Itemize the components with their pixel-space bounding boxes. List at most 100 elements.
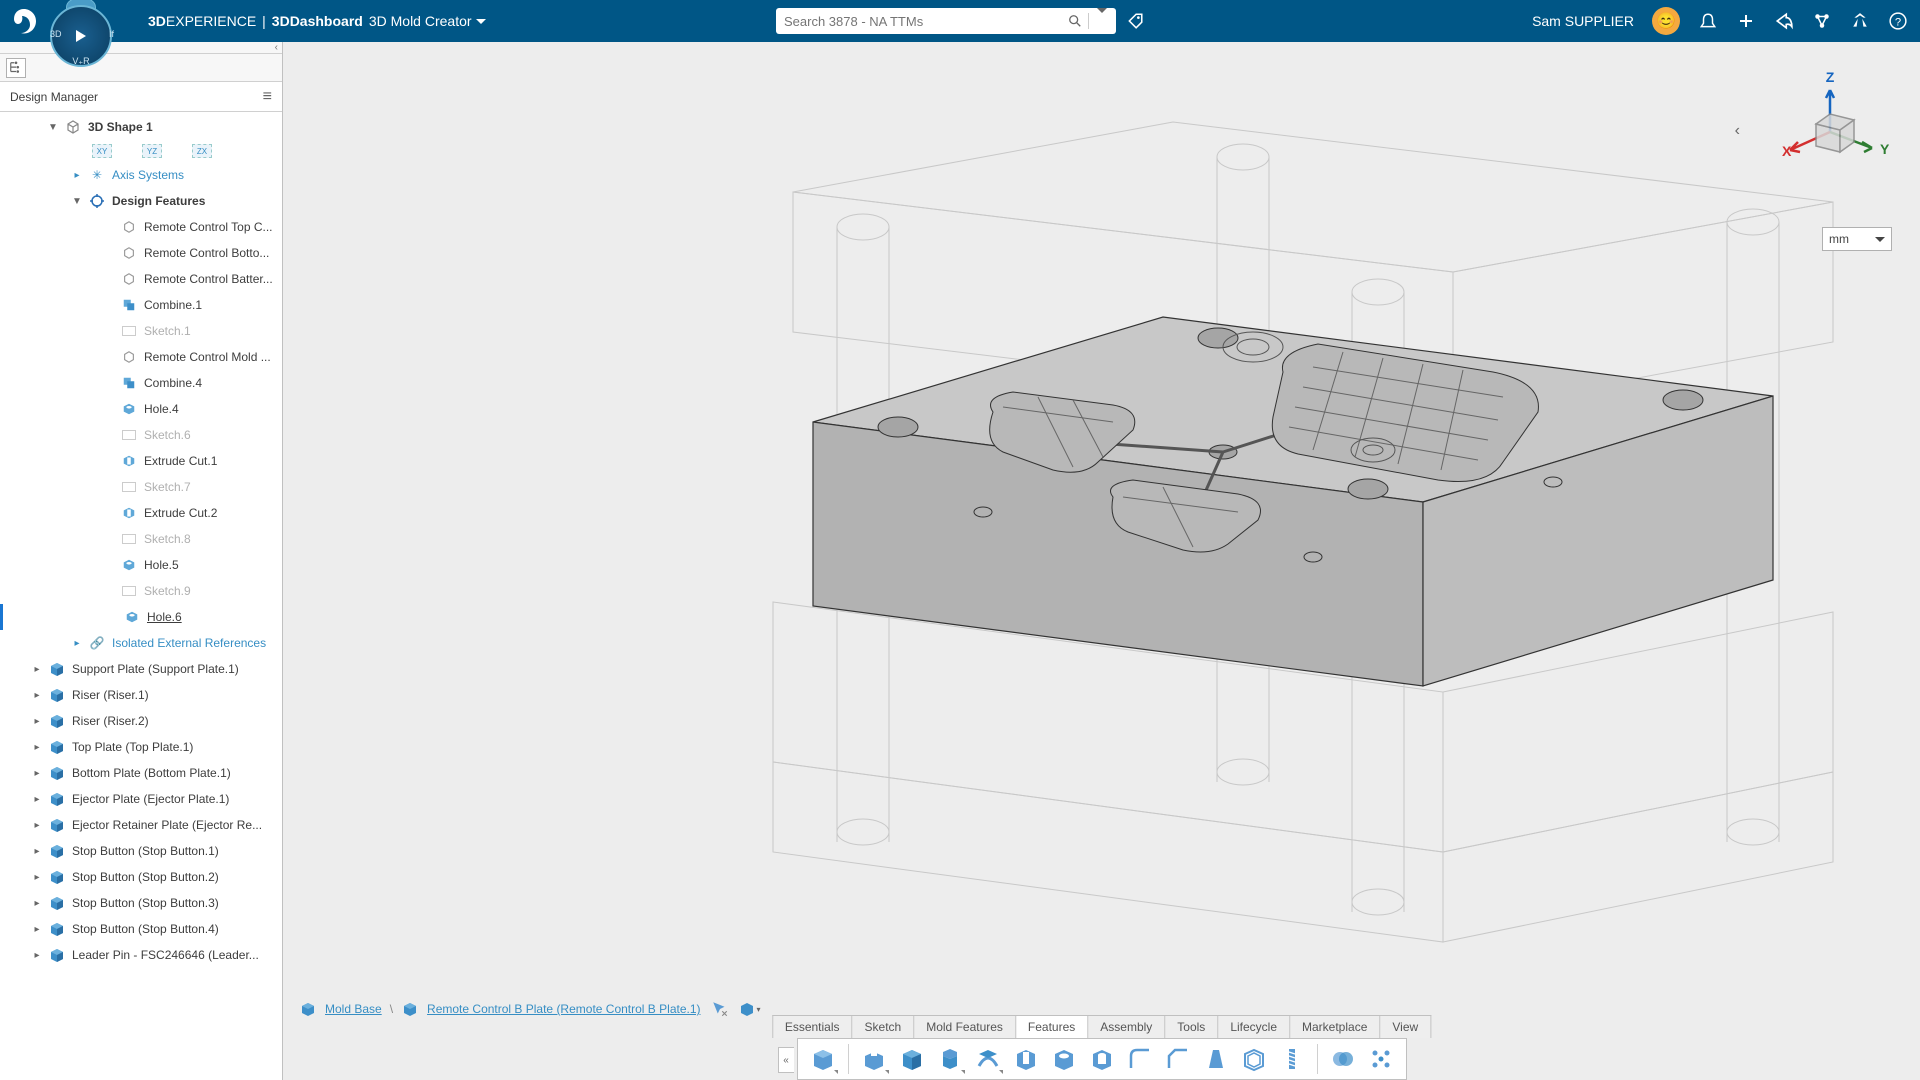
panel-collapse-icon[interactable]: ‹	[1735, 122, 1740, 140]
tab-tools[interactable]: Tools	[1165, 1016, 1218, 1038]
tree-part[interactable]: ▸Bottom Plate (Bottom Plate.1)	[0, 760, 282, 786]
tab-assembly[interactable]: Assembly	[1088, 1016, 1165, 1038]
home-icon[interactable]	[1850, 11, 1870, 31]
shell-button[interactable]	[1237, 1042, 1271, 1076]
bc-part-tool[interactable]: ▾	[739, 998, 761, 1020]
tab-mold-features[interactable]: Mold Features	[914, 1016, 1016, 1038]
tree-feature[interactable]: Remote Control Top C...	[0, 214, 282, 240]
tree-part[interactable]: ▸Top Plate (Top Plate.1)	[0, 734, 282, 760]
fillet-button[interactable]	[1123, 1042, 1157, 1076]
tab-lifecycle[interactable]: Lifecycle	[1218, 1016, 1290, 1038]
breadcrumb-root[interactable]: Mold Base	[325, 1002, 382, 1016]
tree-feature[interactable]: Hole.4	[0, 396, 282, 422]
tree-part[interactable]: ▸Stop Button (Stop Button.3)	[0, 890, 282, 916]
tree-feature[interactable]: Sketch.1	[0, 318, 282, 344]
box-new-button[interactable]	[806, 1042, 840, 1076]
tree-feature[interactable]: Hole.5	[0, 552, 282, 578]
unit-dropdown[interactable]: mm	[1822, 227, 1892, 251]
tree-item-label: Remote Control Top C...	[144, 220, 282, 234]
app-selector[interactable]: 3D Mold Creator	[369, 13, 486, 29]
search-box[interactable]	[776, 8, 1116, 34]
tree-part[interactable]: ▸Stop Button (Stop Button.4)	[0, 916, 282, 942]
compass[interactable]: 3D If V₊R	[50, 5, 112, 67]
tree-part[interactable]: ▸Ejector Plate (Ejector Plate.1)	[0, 786, 282, 812]
search-input[interactable]	[784, 14, 1068, 29]
extrude-cut-icon	[120, 452, 138, 470]
planes-row: XY YZ ZX	[0, 140, 282, 162]
sketch-icon	[120, 478, 138, 496]
tree-part[interactable]: ▸Support Plate (Support Plate.1)	[0, 656, 282, 682]
plane-icon[interactable]: XY	[92, 144, 112, 158]
help-icon[interactable]: ?	[1888, 11, 1908, 31]
tree-tab-icon[interactable]	[6, 58, 26, 78]
tree-feature[interactable]: Combine.1	[0, 292, 282, 318]
pattern-button[interactable]	[1364, 1042, 1398, 1076]
cut-revolve-button[interactable]	[1047, 1042, 1081, 1076]
arrow-right-icon: ▸	[30, 950, 44, 961]
chamfer-button[interactable]	[1161, 1042, 1195, 1076]
tree-feature[interactable]: Extrude Cut.2	[0, 500, 282, 526]
tab-features[interactable]: Features	[1016, 1016, 1088, 1038]
tree-part[interactable]: ▸Stop Button (Stop Button.1)	[0, 838, 282, 864]
tree-part[interactable]: ▸Riser (Riser.1)	[0, 682, 282, 708]
share-icon[interactable]	[1774, 11, 1794, 31]
model-canvas[interactable]	[283, 42, 1920, 1080]
box-solid-button[interactable]	[895, 1042, 929, 1076]
tree-feature[interactable]: Sketch.7	[0, 474, 282, 500]
tree-feature[interactable]: Remote Control Botto...	[0, 240, 282, 266]
bc-select-tool[interactable]	[709, 998, 731, 1020]
tree-part[interactable]: ▸Riser (Riser.2)	[0, 708, 282, 734]
axis-icon: ✳	[88, 166, 106, 184]
thread-button[interactable]	[1275, 1042, 1309, 1076]
tree-part[interactable]: ▸Leader Pin - FSC246646 (Leader...	[0, 942, 282, 968]
plane-icon[interactable]: ZX	[192, 144, 212, 158]
tree-item-label: Remote Control Botto...	[144, 246, 282, 260]
tree-feature[interactable]: Remote Control Batter...	[0, 266, 282, 292]
viewport[interactable]: ‹ Z X Y mm	[283, 42, 1920, 1080]
extrude-button[interactable]	[857, 1042, 891, 1076]
collab-icon[interactable]	[1812, 11, 1832, 31]
combine-icon	[120, 296, 138, 314]
sidebar-collapse[interactable]: ‹	[275, 42, 278, 53]
view-triad[interactable]: Z X Y	[1770, 62, 1890, 182]
ds-logo[interactable]	[0, 0, 48, 42]
arrow-right-icon: ▸	[30, 794, 44, 805]
breadcrumb-current[interactable]: Remote Control B Plate (Remote Control B…	[427, 1002, 700, 1016]
tree-root[interactable]: ▼3D Shape 1	[0, 114, 282, 140]
tree-ext-refs[interactable]: ▸🔗Isolated External References	[0, 630, 282, 656]
tag-icon[interactable]	[1126, 12, 1144, 30]
tree-feature[interactable]: Extrude Cut.1	[0, 448, 282, 474]
part-icon	[48, 660, 66, 678]
add-icon[interactable]	[1736, 11, 1756, 31]
tab-marketplace[interactable]: Marketplace	[1290, 1016, 1380, 1038]
notifications-icon[interactable]	[1698, 11, 1718, 31]
tree-part[interactable]: ▸Ejector Retainer Plate (Ejector Re...	[0, 812, 282, 838]
search-dropdown[interactable]	[1088, 13, 1108, 29]
tree-feature[interactable]: Sketch.6	[0, 422, 282, 448]
avatar[interactable]: 😊	[1652, 7, 1680, 35]
revolve-button[interactable]	[933, 1042, 967, 1076]
tab-view[interactable]: View	[1380, 1016, 1430, 1038]
plane-icon[interactable]: YZ	[142, 144, 162, 158]
sweep-button[interactable]	[971, 1042, 1005, 1076]
tree-design-features[interactable]: ▼Design Features	[0, 188, 282, 214]
tree-feature[interactable]: Remote Control Mold ...	[0, 344, 282, 370]
hole-icon	[120, 400, 138, 418]
draft-button[interactable]	[1199, 1042, 1233, 1076]
tree-feature[interactable]: Hole.6	[0, 604, 282, 630]
tree-feature[interactable]: Sketch.9	[0, 578, 282, 604]
cut-extrude-button[interactable]	[1009, 1042, 1043, 1076]
hole-button[interactable]	[1085, 1042, 1119, 1076]
toolbar-expand[interactable]: «	[778, 1047, 794, 1073]
tree-axis-systems[interactable]: ▸✳Axis Systems	[0, 162, 282, 188]
sidebar-menu-icon[interactable]: ≡	[263, 88, 272, 106]
tree-feature[interactable]: Sketch.8	[0, 526, 282, 552]
tab-sketch[interactable]: Sketch	[853, 1016, 915, 1038]
tree-feature[interactable]: Combine.4	[0, 370, 282, 396]
boolean-button[interactable]	[1326, 1042, 1360, 1076]
arrow-right-icon: ▸	[70, 170, 84, 181]
tree-part[interactable]: ▸Stop Button (Stop Button.2)	[0, 864, 282, 890]
search-icon[interactable]	[1068, 14, 1082, 28]
tab-essentials[interactable]: Essentials	[773, 1016, 853, 1038]
chevron-down-icon	[1097, 8, 1107, 29]
